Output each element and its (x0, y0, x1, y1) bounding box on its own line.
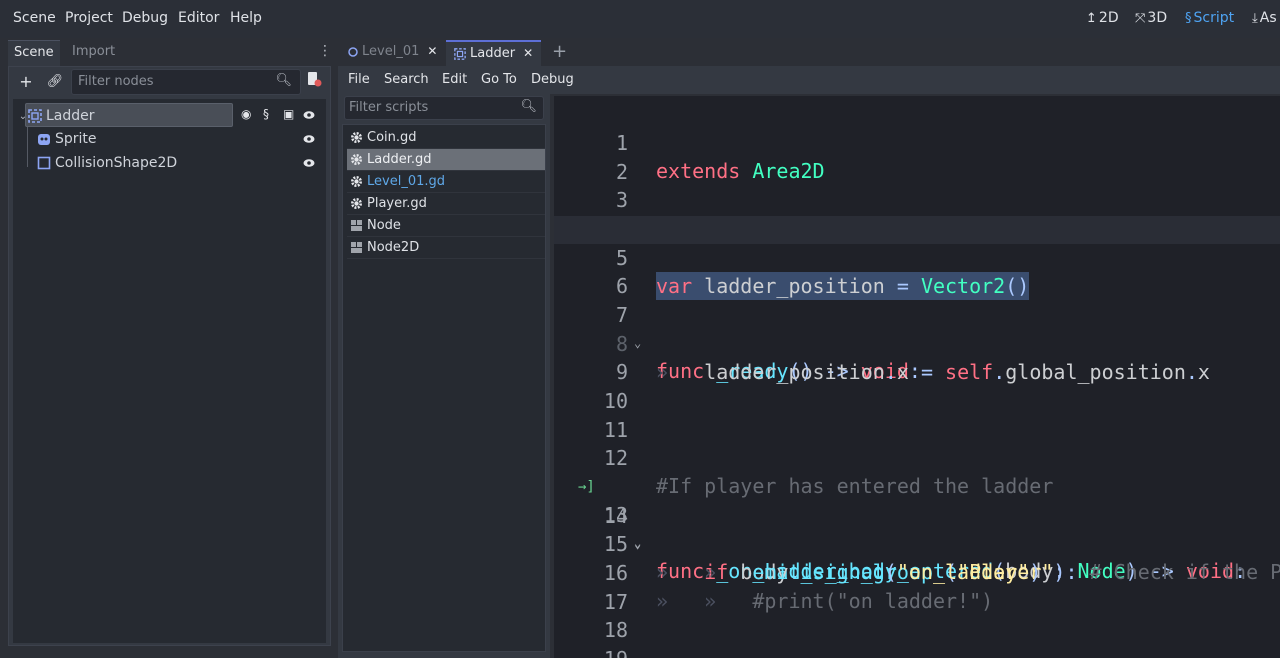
script-menu-bar: File Search Edit Go To Debug (338, 66, 1280, 94)
menu-help[interactable]: Help (230, 10, 262, 26)
close-icon[interactable]: ✕ (427, 44, 437, 58)
visibility-toggle-collisionshape[interactable] (295, 151, 315, 175)
gear-icon (351, 132, 362, 143)
script-menu-edit[interactable]: Edit (442, 72, 467, 87)
group-icon[interactable]: ▣ (283, 107, 294, 121)
gear-icon (351, 176, 362, 187)
script-menu-goto[interactable]: Go To (481, 72, 517, 87)
code-line: 19 (554, 617, 1280, 658)
dock-menu-icon[interactable]: ⋮ (318, 43, 332, 59)
filter-nodes-field: 🔍︎ (71, 69, 301, 95)
top-menu-bar: Scene Project Debug Editor Help ↥ 2D ⤧ 3D … (0, 0, 1280, 38)
code-line: 15 » » emit_signal("on_ladder") (554, 502, 1280, 584)
script-item-coin[interactable]: Coin.gd (347, 127, 545, 149)
scene-dock: Scene Import ⋮ + 🔗︎ 🔍︎ ⌄ Ladder ◉ § ▣ Sp… (8, 38, 332, 652)
menu-editor[interactable]: Editor (178, 10, 219, 26)
scene-tabs-bar: Level_01 ✕ Ladder ✕ + (338, 38, 1280, 66)
eye-icon (303, 111, 315, 119)
gear-icon (351, 198, 362, 209)
script-menu-search[interactable]: Search (384, 72, 429, 87)
code-line: 2 (554, 130, 1280, 184)
doc-icon (351, 220, 362, 231)
code-line: 1 extends Area2D (554, 101, 1280, 183)
filter-scripts-input[interactable] (349, 100, 519, 115)
script-list-panel: 🔍︎ Coin.gd Ladder.gd Level_01.gd Player.… (338, 94, 550, 658)
code-line: 16 » » #print("on ladder!") (554, 531, 1280, 613)
area2d-icon (28, 109, 42, 123)
script-list: Coin.gd Ladder.gd Level_01.gd Player.gd … (342, 124, 546, 652)
tree-guide-line (27, 127, 28, 167)
tab-scene[interactable]: Scene (8, 40, 60, 66)
tab-ladder[interactable]: Ladder ✕ (446, 40, 542, 66)
menu-scene[interactable]: Scene (13, 10, 56, 26)
code-line-current: 5 var ladder_position = Vector2() (554, 216, 1280, 300)
code-line: 18 (554, 588, 1280, 642)
code-line: 11 (554, 388, 1280, 442)
collisionshape-icon (37, 156, 51, 170)
tab-import[interactable]: Import (66, 40, 121, 66)
code-line: 17 (554, 560, 1280, 614)
script-icon: § (1185, 11, 1192, 26)
close-icon[interactable]: ✕ (523, 46, 533, 60)
script-item-ladder[interactable]: Ladder.gd (347, 149, 545, 171)
area2d-icon (454, 47, 466, 60)
code-line: 8 » ladder_position.x = self.global_posi… (554, 302, 1280, 384)
script-attached-icon[interactable]: § (263, 107, 269, 121)
tree-node-sprite[interactable]: Sprite (37, 127, 217, 151)
gear-icon (351, 154, 362, 165)
signal-icon[interactable]: ◉ (241, 107, 251, 121)
menu-project[interactable]: Project (65, 10, 113, 26)
visibility-toggle-ladder[interactable] (295, 103, 315, 127)
code-line: 4 (554, 187, 1280, 241)
script-item-node[interactable]: Node (347, 215, 545, 237)
menu-debug[interactable]: Debug (122, 10, 168, 26)
assetlib-icon: ⤓ (1252, 11, 1258, 26)
workspace-3d-button[interactable]: ⤧ 3D (1135, 10, 1167, 26)
code-line: 14 ⌄ » if body.is_in_group ("Player"): #… (554, 474, 1280, 584)
2d-icon: ↥ (1086, 11, 1097, 26)
code-line: 12 #If player has entered the ladder (554, 416, 1280, 498)
code-editor[interactable]: 1 extends Area2D 2 3 signal on_ladder 4 … (554, 96, 1280, 658)
code-line: 3 signal on_ladder (554, 158, 1280, 240)
tree-node-collisionshape2d[interactable]: CollisionShape2D (37, 151, 237, 175)
workspace-2d-button[interactable]: ↥ 2D (1086, 10, 1119, 26)
search-icon: 🔍︎ (520, 99, 537, 114)
code-line: 10 (554, 359, 1280, 413)
eye-icon (303, 135, 315, 143)
search-icon: 🔍︎ (275, 73, 292, 88)
code-line: →] 13 ⌄ func _on_Ladder_body_entered(bod… (554, 445, 1280, 583)
workspace-script-button[interactable]: § Script (1185, 10, 1234, 26)
script-menu-file[interactable]: File (348, 72, 370, 87)
add-node-icon[interactable]: + (15, 71, 37, 93)
link-icon[interactable]: 🔗︎ (44, 71, 66, 93)
tab-level-01[interactable]: Level_01 ✕ (340, 40, 445, 66)
filter-scripts-field: 🔍︎ (344, 96, 544, 120)
filter-nodes-input[interactable] (78, 74, 268, 89)
workspace-assetlib-button[interactable]: ⤓ As (1252, 10, 1277, 26)
code-line: 6 (554, 244, 1280, 298)
3d-icon: ⤧ (1135, 11, 1146, 26)
eye-icon (303, 159, 315, 167)
scene-panel: + 🔗︎ 🔍︎ ⌄ Ladder ◉ § ▣ Sprite (8, 66, 331, 646)
doc-icon (351, 242, 362, 253)
code-line: 7 ⌄ func _ready() -> void: (554, 273, 1280, 383)
node2d-icon (348, 46, 358, 57)
attach-script-icon[interactable] (303, 71, 325, 93)
script-item-node2d[interactable]: Node2D (347, 237, 545, 259)
add-tab-icon[interactable]: + (552, 41, 567, 62)
tree-node-ladder[interactable]: Ladder (25, 103, 233, 127)
scene-tree: ⌄ Ladder ◉ § ▣ Sprite CollisionShape2D (13, 99, 326, 643)
visibility-toggle-sprite[interactable] (295, 127, 315, 151)
line-number: 19 (590, 645, 628, 658)
script-item-player[interactable]: Player.gd (347, 193, 545, 215)
script-item-level-01[interactable]: Level_01.gd (347, 171, 545, 193)
sprite-icon (38, 134, 50, 145)
code-line: 9 (554, 330, 1280, 384)
script-menu-debug[interactable]: Debug (531, 72, 574, 87)
